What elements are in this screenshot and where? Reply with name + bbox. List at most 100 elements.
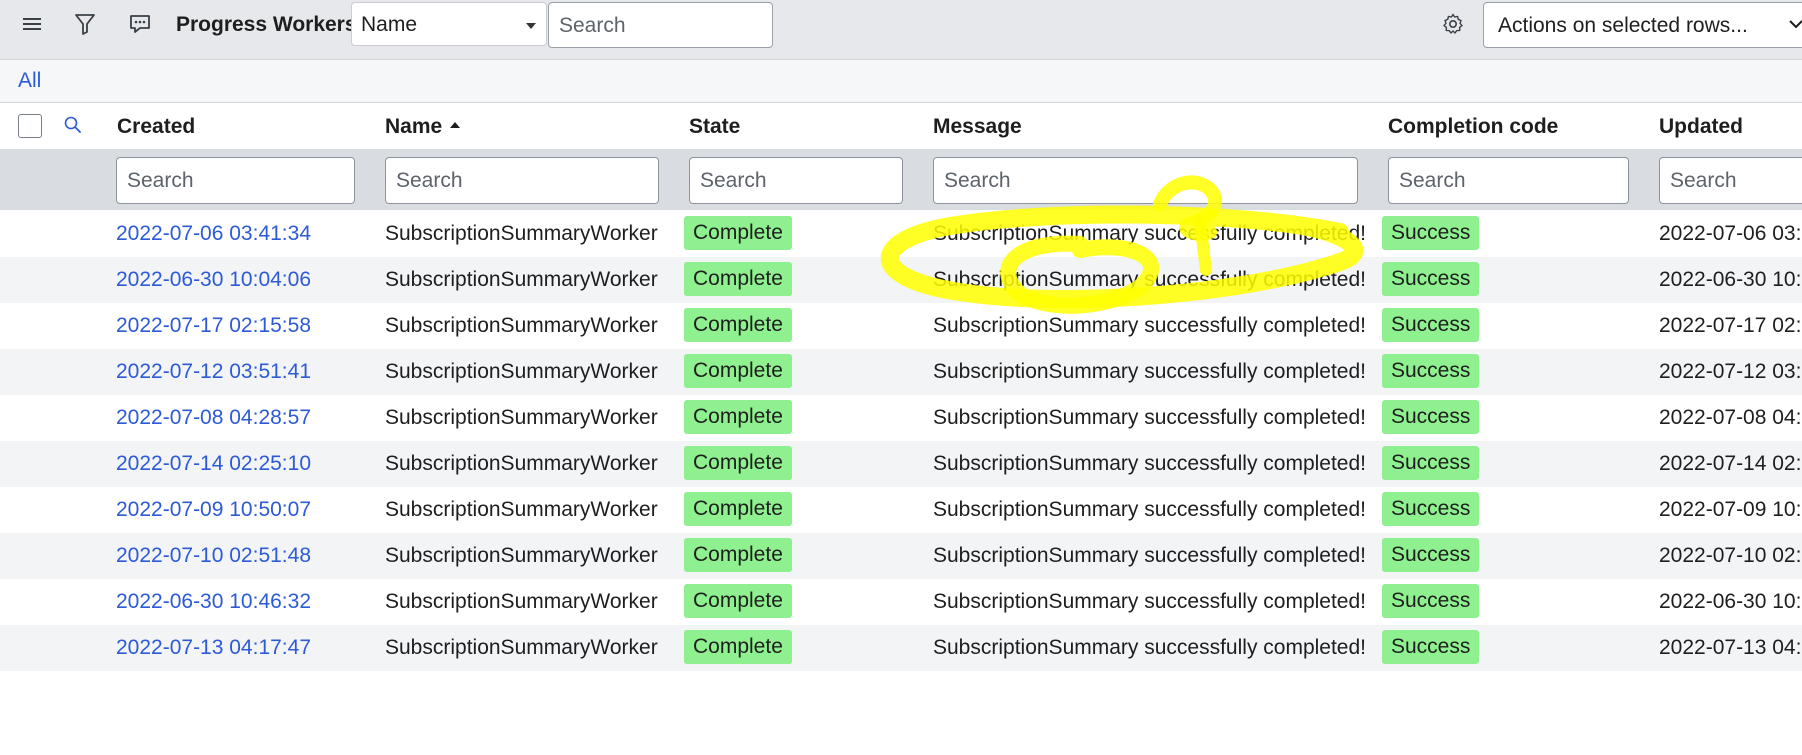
message-cell: SubscriptionSummary successfully complet… <box>933 360 1367 383</box>
created-link[interactable]: 2022-07-13 04:17:47 <box>116 635 311 661</box>
chat-bubble-icon[interactable] <box>127 11 153 37</box>
state-badge: Complete <box>684 492 792 526</box>
page-title: Progress Workers <box>176 13 357 36</box>
created-search-placeholder: Search <box>127 169 194 192</box>
table-row[interactable]: 2022-07-17 02:15:58 SubscriptionSummaryW… <box>0 303 1802 349</box>
completion-code-badge: Success <box>1382 584 1480 618</box>
state-search-placeholder: Search <box>700 169 767 192</box>
updated-cell: 2022-07-14 02: <box>1659 452 1802 475</box>
actions-select-label: Actions on selected rows... <box>1498 14 1748 37</box>
breadcrumb-all-link[interactable]: All <box>18 68 41 94</box>
message-cell: SubscriptionSummary successfully complet… <box>933 636 1367 659</box>
created-link[interactable]: 2022-07-12 03:51:41 <box>116 359 311 385</box>
completion-code-badge: Success <box>1382 492 1480 526</box>
created-link[interactable]: 2022-07-14 02:25:10 <box>116 451 311 477</box>
message-cell: SubscriptionSummary successfully complet… <box>933 590 1367 613</box>
state-badge: Complete <box>684 630 792 664</box>
search-field-select[interactable]: Name <box>351 2 547 46</box>
message-column-search-input[interactable]: Search <box>933 157 1358 204</box>
updated-cell: 2022-07-13 04: <box>1659 636 1802 659</box>
completion-code-badge: Success <box>1382 354 1480 388</box>
message-cell: SubscriptionSummary successfully complet… <box>933 544 1367 567</box>
table-row[interactable]: 2022-07-06 03:41:34 SubscriptionSummaryW… <box>0 211 1802 257</box>
column-header-updated[interactable]: Updated <box>1659 114 1743 140</box>
state-column-search-input[interactable]: Search <box>689 157 903 204</box>
updated-cell: 2022-07-10 02: <box>1659 544 1802 567</box>
column-header-message[interactable]: Message <box>933 114 1022 140</box>
table-row[interactable]: 2022-06-30 10:46:32 SubscriptionSummaryW… <box>0 579 1802 625</box>
column-header-state[interactable]: State <box>689 114 740 140</box>
list-search-input[interactable]: Search <box>548 2 773 48</box>
updated-cell: 2022-07-09 10: <box>1659 498 1802 521</box>
state-badge: Complete <box>684 308 792 342</box>
table-row[interactable]: 2022-07-12 03:51:41 SubscriptionSummaryW… <box>0 349 1802 395</box>
created-link[interactable]: 2022-07-08 04:28:57 <box>116 405 311 431</box>
name-cell: SubscriptionSummaryWorker <box>385 498 658 521</box>
select-all-checkbox[interactable] <box>18 114 42 138</box>
completion-code-badge: Success <box>1382 400 1480 434</box>
table-row[interactable]: 2022-07-13 04:17:47 SubscriptionSummaryW… <box>0 625 1802 671</box>
created-link[interactable]: 2022-06-30 10:46:32 <box>116 589 311 615</box>
created-link[interactable]: 2022-07-10 02:51:48 <box>116 543 311 569</box>
message-cell: SubscriptionSummary successfully complet… <box>933 268 1367 291</box>
message-search-placeholder: Search <box>944 169 1011 192</box>
completion-code-column-search-input[interactable]: Search <box>1388 157 1629 204</box>
funnel-filter-icon[interactable] <box>72 11 98 37</box>
magnifier-icon[interactable] <box>63 115 83 140</box>
column-header-completion-code[interactable]: Completion code <box>1388 114 1558 140</box>
updated-cell: 2022-06-30 10: <box>1659 268 1802 291</box>
message-cell: SubscriptionSummary successfully complet… <box>933 498 1367 521</box>
name-cell: SubscriptionSummaryWorker <box>385 406 658 429</box>
state-badge: Complete <box>684 446 792 480</box>
search-field-select-value: Name <box>361 13 418 36</box>
table-row[interactable]: 2022-07-10 02:51:48 SubscriptionSummaryW… <box>0 533 1802 579</box>
updated-search-placeholder: Search <box>1670 169 1737 192</box>
created-link[interactable]: 2022-07-17 02:15:58 <box>116 313 311 339</box>
created-link[interactable]: 2022-06-30 10:04:06 <box>116 267 311 293</box>
completion-code-badge: Success <box>1382 446 1480 480</box>
name-cell: SubscriptionSummaryWorker <box>385 452 658 475</box>
created-link[interactable]: 2022-07-06 03:41:34 <box>116 221 311 247</box>
created-column-search-input[interactable]: Search <box>116 157 355 204</box>
table-row[interactable]: 2022-07-08 04:28:57 SubscriptionSummaryW… <box>0 395 1802 441</box>
completion-code-badge: Success <box>1382 308 1480 342</box>
breadcrumb: All <box>0 60 1802 103</box>
gear-icon[interactable] <box>1440 11 1466 37</box>
message-cell: SubscriptionSummary successfully complet… <box>933 452 1367 475</box>
list-search-placeholder: Search <box>559 14 626 37</box>
completion-code-badge: Success <box>1382 262 1480 296</box>
created-link[interactable]: 2022-07-09 10:50:07 <box>116 497 311 523</box>
state-badge: Complete <box>684 216 792 250</box>
name-cell: SubscriptionSummaryWorker <box>385 590 658 613</box>
chevron-down-icon <box>1789 20 1802 29</box>
name-cell: SubscriptionSummaryWorker <box>385 268 658 291</box>
column-header-name[interactable]: Name <box>385 114 461 140</box>
name-search-placeholder: Search <box>396 169 463 192</box>
table-row[interactable]: 2022-07-09 10:50:07 SubscriptionSummaryW… <box>0 487 1802 533</box>
sort-ascending-icon <box>450 122 461 129</box>
column-header-name-label: Name <box>385 115 443 138</box>
completion-code-search-placeholder: Search <box>1399 169 1466 192</box>
actions-on-selected-rows-select[interactable]: Actions on selected rows... <box>1483 2 1802 48</box>
name-column-search-input[interactable]: Search <box>385 157 659 204</box>
updated-cell: 2022-07-08 04: <box>1659 406 1802 429</box>
message-cell: SubscriptionSummary successfully complet… <box>933 314 1367 337</box>
name-cell: SubscriptionSummaryWorker <box>385 222 658 245</box>
completion-code-badge: Success <box>1382 538 1480 572</box>
table-row[interactable]: 2022-06-30 10:04:06 SubscriptionSummaryW… <box>0 257 1802 303</box>
message-cell: SubscriptionSummary successfully complet… <box>933 222 1367 245</box>
name-cell: SubscriptionSummaryWorker <box>385 360 658 383</box>
state-badge: Complete <box>684 262 792 296</box>
caret-down-icon <box>526 23 536 29</box>
hamburger-menu-icon[interactable] <box>19 11 45 37</box>
table-row[interactable]: 2022-07-14 02:25:10 SubscriptionSummaryW… <box>0 441 1802 487</box>
name-cell: SubscriptionSummaryWorker <box>385 636 658 659</box>
state-badge: Complete <box>684 400 792 434</box>
list-header-bar: Progress Workers Name Search Actions on … <box>0 0 1802 60</box>
updated-cell: 2022-06-30 10: <box>1659 590 1802 613</box>
updated-cell: 2022-07-17 02: <box>1659 314 1802 337</box>
state-badge: Complete <box>684 354 792 388</box>
updated-column-search-input[interactable]: Search <box>1659 157 1802 204</box>
column-header-created[interactable]: Created <box>117 114 195 140</box>
name-cell: SubscriptionSummaryWorker <box>385 544 658 567</box>
